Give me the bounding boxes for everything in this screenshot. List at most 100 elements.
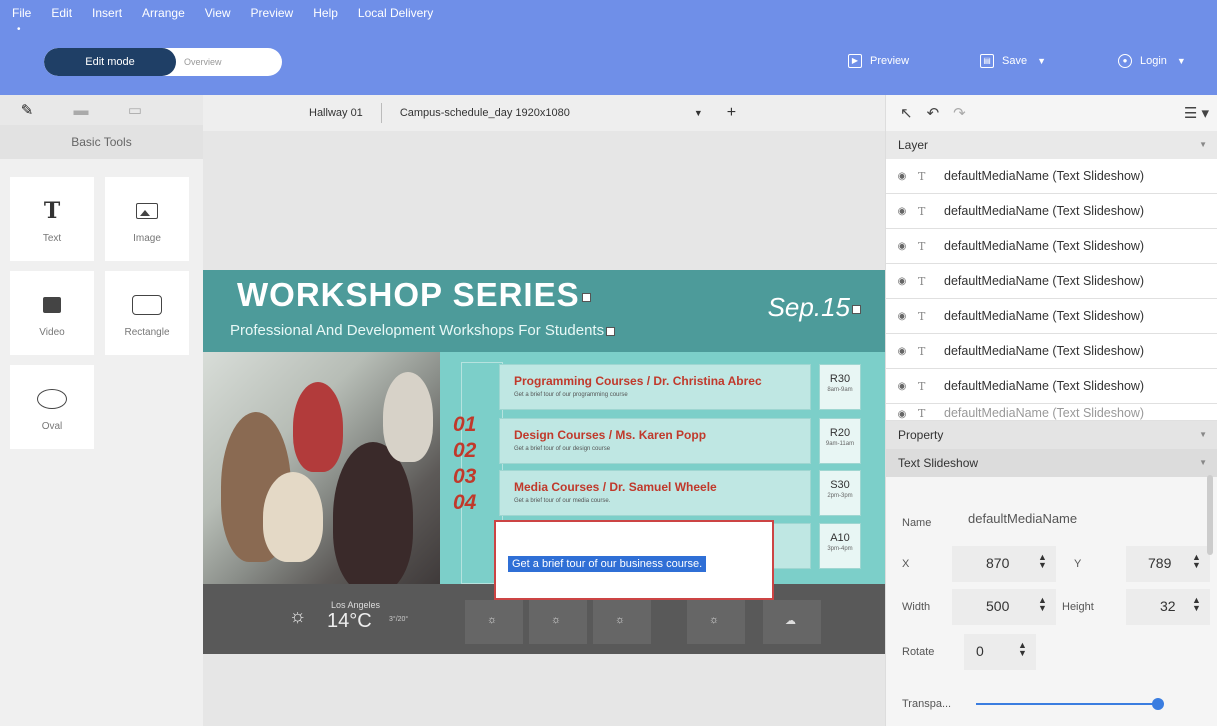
- menu-arrange[interactable]: Arrange: [142, 6, 185, 26]
- file-name[interactable]: Campus-schedule_day 1920x1080: [400, 107, 570, 119]
- tool-label: Oval: [41, 420, 63, 432]
- forecast-day: ☼: [529, 600, 587, 644]
- course-desc: Get a brief tour of our design course: [514, 446, 611, 452]
- course-row[interactable]: Programming Courses / Dr. Christina Abre…: [499, 364, 811, 410]
- eye-icon[interactable]: ◉: [886, 206, 918, 217]
- layer-row[interactable]: ◉ TdefaultMediaName (Text Slideshow): [886, 299, 1217, 334]
- undo-icon[interactable]: ↶: [927, 104, 940, 122]
- align-icon[interactable]: ☰ ▾: [1184, 104, 1209, 122]
- weather-city: Los Angeles: [331, 600, 381, 610]
- rotate-value[interactable]: 0: [976, 643, 984, 659]
- room-cell[interactable]: S30 2pm-3pm: [819, 470, 861, 516]
- preview-button[interactable]: ▶ Preview: [848, 54, 909, 68]
- pointer-icon[interactable]: ↖: [900, 104, 913, 122]
- pencil-icon[interactable]: ✎: [0, 101, 54, 119]
- menu-file[interactable]: File: [12, 6, 31, 26]
- layer-row[interactable]: ◉ TdefaultMediaName (Text Slideshow): [886, 264, 1217, 299]
- eye-icon[interactable]: ◉: [886, 171, 918, 182]
- x-stepper-icon[interactable]: ▲ ▼: [1038, 553, 1047, 570]
- course-row[interactable]: Media Courses / Dr. Samuel Wheele Get a …: [499, 470, 811, 516]
- slide-title[interactable]: WORKSHOP SERIES: [237, 276, 591, 314]
- x-value[interactable]: 870: [986, 555, 1009, 571]
- tool-image[interactable]: Image: [105, 177, 189, 261]
- y-stepper-icon[interactable]: ▲ ▼: [1192, 553, 1201, 570]
- inspector-panel: ↖ ↶ ↷ ☰ ▾ Layer ▼ ◉ TdefaultMediaName (Te…: [885, 95, 1217, 726]
- layer-row[interactable]: ◉ TdefaultMediaName (Text Slideshow): [886, 334, 1217, 369]
- chevron-down-icon[interactable]: ▼: [1199, 131, 1207, 159]
- transparency-slider-thumb[interactable]: [1152, 698, 1164, 710]
- name-field[interactable]: defaultMediaName: [968, 511, 1077, 526]
- tool-oval[interactable]: Oval: [10, 365, 94, 449]
- room-cell[interactable]: A10 3pm-4pm: [819, 523, 861, 569]
- course-name: Programming Courses / Dr. Christina Abre…: [514, 374, 762, 388]
- layer-row[interactable]: ◉ TdefaultMediaName (Text Slideshow): [886, 229, 1217, 264]
- layer-header[interactable]: Layer ▼: [886, 131, 1217, 159]
- width-value[interactable]: 500: [986, 598, 1009, 614]
- overview-button[interactable]: Overview: [176, 48, 282, 76]
- menu-insert[interactable]: Insert: [92, 6, 122, 26]
- height-value[interactable]: 32: [1160, 598, 1176, 614]
- transparency-slider[interactable]: [976, 703, 1160, 705]
- tool-text[interactable]: T Text: [10, 177, 94, 261]
- eye-icon[interactable]: ◉: [886, 409, 918, 420]
- eye-icon[interactable]: ◉: [886, 276, 918, 287]
- course-row[interactable]: Design Courses / Ms. Karen Popp Get a br…: [499, 418, 811, 464]
- room-code: R30: [829, 373, 851, 385]
- mode-toggle[interactable]: Edit mode Overview: [44, 48, 282, 76]
- menu-help[interactable]: Help: [313, 6, 338, 26]
- layer-name: defaultMediaName (Text Slideshow): [944, 344, 1145, 358]
- course-number: 01: [453, 413, 477, 436]
- slide-subtitle[interactable]: Professional And Development Workshops F…: [230, 322, 616, 339]
- layer-row[interactable]: ◉ TdefaultMediaName (Text Slideshow): [886, 194, 1217, 229]
- rotate-stepper-icon[interactable]: ▲ ▼: [1018, 641, 1027, 658]
- eye-icon[interactable]: ◉: [886, 311, 918, 322]
- x-label: X: [902, 558, 910, 570]
- edit-mode-button[interactable]: Edit mode: [44, 48, 176, 76]
- chevron-down-icon[interactable]: ▼: [1199, 421, 1207, 449]
- rotate-label: Rotate: [902, 646, 935, 658]
- height-stepper-icon[interactable]: ▲ ▼: [1192, 596, 1201, 613]
- save-button[interactable]: ▤ Save ▼: [980, 54, 1046, 68]
- slide-canvas[interactable]: WORKSHOP SERIES Professional And Develop…: [203, 270, 885, 654]
- redo-icon[interactable]: ↷: [953, 104, 966, 122]
- layer-name: defaultMediaName (Text Slideshow): [944, 379, 1145, 393]
- property-header[interactable]: Property ▼: [886, 421, 1217, 449]
- screen-name[interactable]: Hallway 01: [309, 107, 363, 119]
- selected-text[interactable]: Get a brief tour of our business course.: [508, 556, 707, 572]
- pin-icon[interactable]: •: [17, 24, 21, 35]
- layer-row[interactable]: ◉ TdefaultMediaName (Text Slideshow): [886, 404, 1217, 421]
- layer-row[interactable]: ◉ TdefaultMediaName (Text Slideshow): [886, 159, 1217, 194]
- chevron-down-icon[interactable]: ▼: [1199, 449, 1207, 477]
- menu-view[interactable]: View: [205, 6, 231, 26]
- property-title: Property: [898, 428, 944, 442]
- course-desc: Get a brief tour of our programming cour…: [514, 392, 628, 398]
- menu-edit[interactable]: Edit: [51, 6, 72, 26]
- menu-preview[interactable]: Preview: [251, 6, 294, 26]
- room-cell[interactable]: R20 9am-11am: [819, 418, 861, 464]
- slide-date[interactable]: Sep.15: [768, 292, 861, 323]
- eye-icon[interactable]: ◉: [886, 346, 918, 357]
- layout-icon[interactable]: ▭: [108, 101, 162, 119]
- tool-video[interactable]: Video: [10, 271, 94, 355]
- y-value[interactable]: 789: [1148, 555, 1171, 571]
- add-icon[interactable]: +: [727, 104, 736, 122]
- room-cell[interactable]: R30 8am-9am: [819, 364, 861, 410]
- eye-icon[interactable]: ◉: [886, 381, 918, 392]
- text-slideshow-header[interactable]: Text Slideshow ▼: [886, 449, 1217, 477]
- text-edit-popup[interactable]: Get a brief tour of our business course.: [494, 520, 774, 600]
- chevron-down-icon[interactable]: ▼: [694, 108, 703, 118]
- width-stepper-icon[interactable]: ▲ ▼: [1038, 596, 1047, 613]
- room-code: S30: [830, 479, 850, 491]
- menu-local-delivery[interactable]: Local Delivery: [358, 6, 433, 26]
- property-subtitle: Text Slideshow: [898, 456, 979, 470]
- login-button[interactable]: ● Login ▼: [1118, 54, 1186, 68]
- briefcase-icon[interactable]: ▬: [54, 102, 108, 119]
- property-scrollbar[interactable]: [1207, 475, 1213, 555]
- room-time: 3pm-4pm: [827, 546, 853, 552]
- text-edit-box[interactable]: Get a brief tour of our business course.: [508, 530, 764, 590]
- tool-rectangle[interactable]: Rectangle: [105, 271, 189, 355]
- slide-photo[interactable]: [203, 352, 440, 584]
- layer-row[interactable]: ◉ TdefaultMediaName (Text Slideshow): [886, 369, 1217, 404]
- eye-icon[interactable]: ◉: [886, 241, 918, 252]
- weather-sun-icon: ☼: [487, 614, 498, 626]
